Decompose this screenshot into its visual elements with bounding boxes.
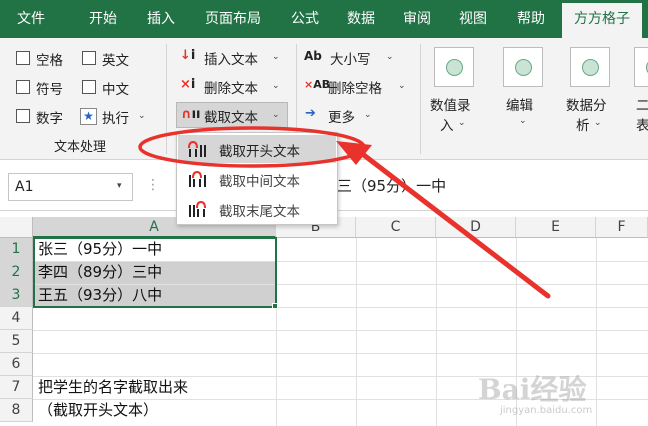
watermark-sub: jingyan.baidu.com	[500, 405, 593, 416]
watermark: Bai经验	[478, 373, 587, 406]
annotation-arrow-head	[336, 141, 372, 165]
annotation-overlay	[138, 126, 551, 299]
highlight-ellipse	[138, 126, 366, 168]
annotation-arrow-shaft	[349, 143, 551, 299]
excel-window: 文件 开始 插入 页面布局 公式 数据 审阅 视图 帮助 方方格子 空格 英文 …	[0, 0, 648, 426]
